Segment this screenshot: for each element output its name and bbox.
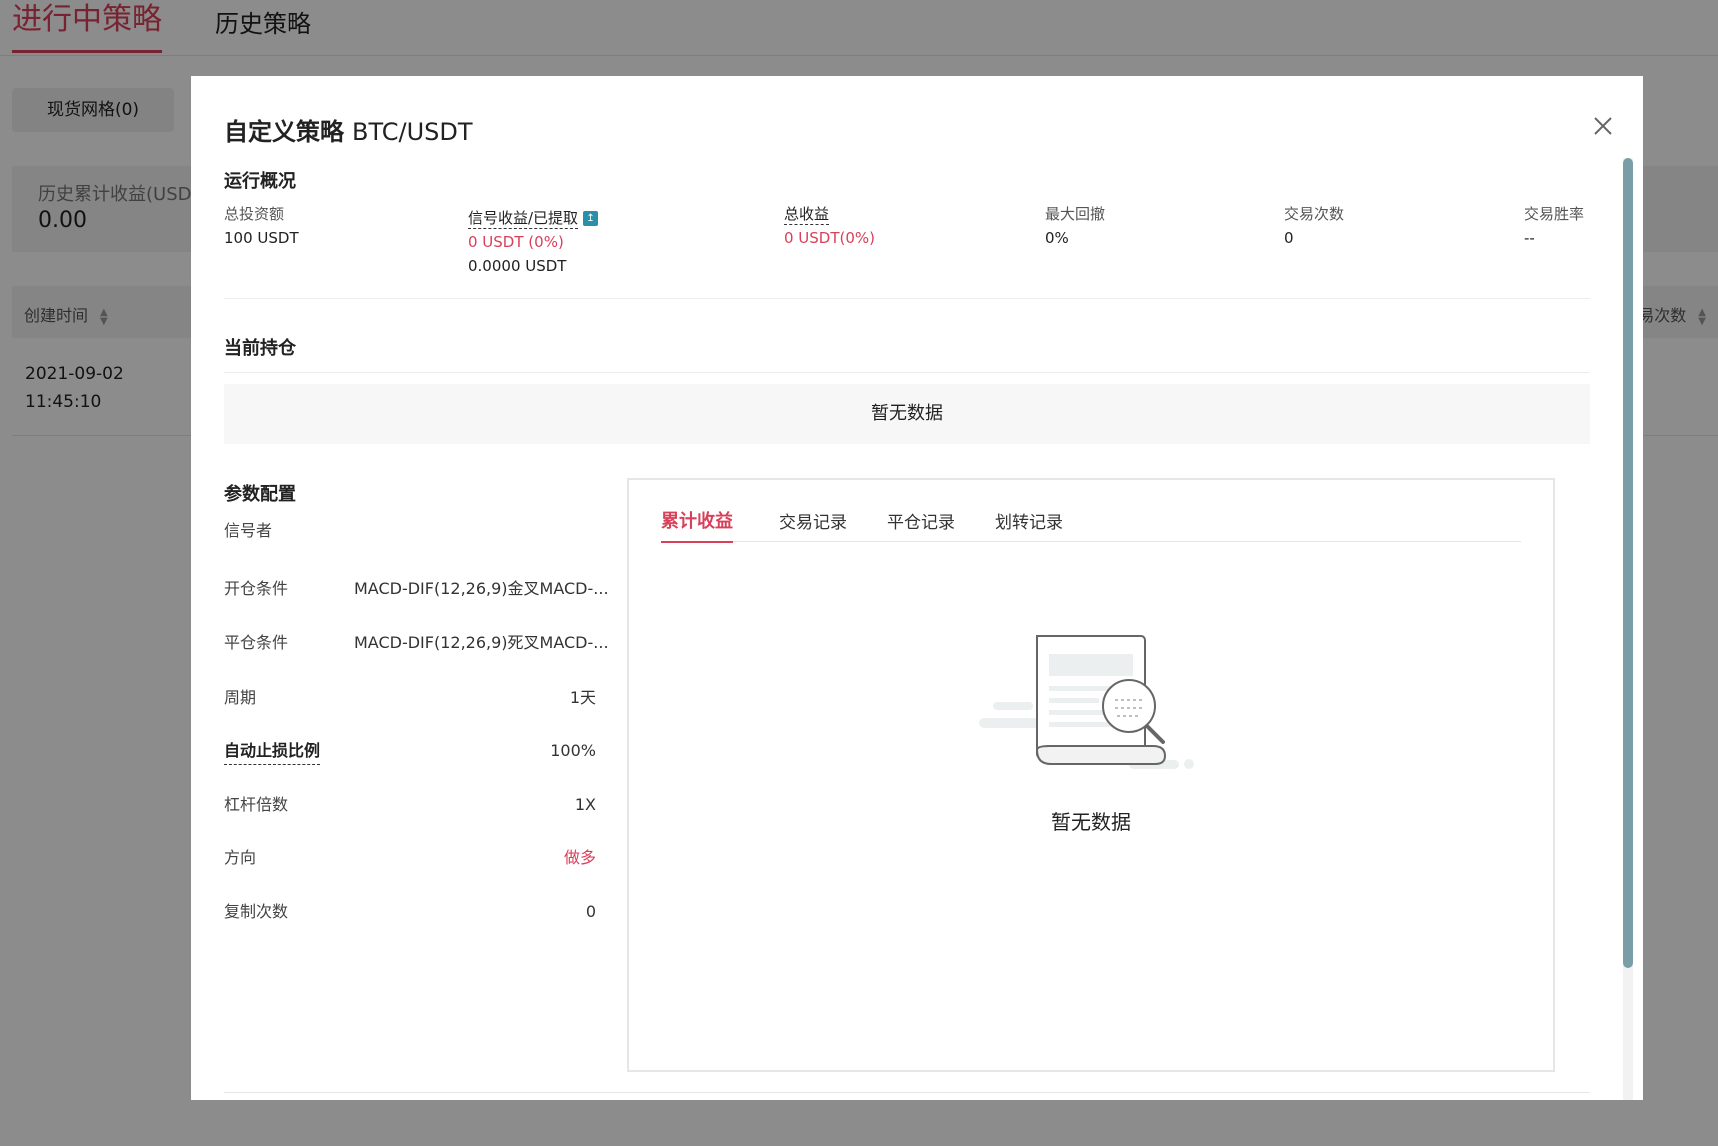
trade-count-value: 0 xyxy=(1284,229,1294,247)
param-label: 方向 xyxy=(224,848,257,867)
total-investment-value: 100 USDT xyxy=(224,229,299,247)
param-value[interactable]: MACD-DIF(12,26,9)金叉MACD-... xyxy=(354,577,609,601)
param-open-condition: 开仓条件 MACD-DIF(12,26,9)金叉MACD-... xyxy=(224,577,609,601)
param-label: 开仓条件 xyxy=(224,579,289,598)
param-period: 周期 1天 xyxy=(224,686,596,710)
win-rate-label: 交易胜率 xyxy=(1524,205,1585,223)
tab-transfer-records[interactable]: 划转记录 xyxy=(995,508,1063,533)
overview-signal-profit: 信号收益/已提取 ↥ 0 USDT (0%) 0.0000 USDT xyxy=(468,206,599,278)
overview-max-drawdown: 最大回撤 0% xyxy=(1045,202,1105,250)
param-label[interactable]: 自动止损比例 xyxy=(224,739,321,765)
trade-count-label: 交易次数 xyxy=(1284,205,1345,223)
total-investment-label: 总投资额 xyxy=(224,205,285,223)
param-signaler: 信号者 xyxy=(224,519,596,543)
param-copies: 复制次数 0 xyxy=(224,900,596,924)
win-rate-value: -- xyxy=(1524,229,1535,247)
param-direction: 方向 做多 xyxy=(224,846,596,870)
signal-profit-value: 0 USDT (0%) xyxy=(468,233,564,251)
param-close-condition: 平仓条件 MACD-DIF(12,26,9)死叉MACD-... xyxy=(224,631,609,655)
param-value: 做多 xyxy=(563,848,596,867)
positions-empty: 暂无数据 xyxy=(224,384,1590,444)
tab-trade-records[interactable]: 交易记录 xyxy=(779,508,847,533)
param-value: 100% xyxy=(550,741,596,760)
modal-title: 自定义策略 BTC/USDT xyxy=(224,112,473,147)
divider xyxy=(224,298,1590,299)
signal-withdrawn-value: 0.0000 USDT xyxy=(468,257,567,275)
total-profit-label[interactable]: 总收益 xyxy=(784,205,830,225)
records-tabs: 累计收益 交易记录 平仓记录 划转记录 xyxy=(661,480,1521,543)
param-label: 平仓条件 xyxy=(224,633,289,652)
scrollbar-thumb[interactable] xyxy=(1623,158,1633,968)
divider xyxy=(224,372,1590,373)
withdraw-icon[interactable]: ↥ xyxy=(583,211,599,226)
panel-empty-text: 暂无数据 xyxy=(1051,810,1131,834)
empty-document-icon xyxy=(979,630,1209,790)
positions-title: 当前持仓 xyxy=(224,338,296,359)
overview-title: 运行概况 xyxy=(224,171,296,192)
param-value: 1天 xyxy=(569,688,596,707)
records-panel: 累计收益 交易记录 平仓记录 划转记录 暂无数据 xyxy=(627,478,1555,1072)
param-label: 杠杆倍数 xyxy=(224,795,289,814)
modal-pair: BTC/USDT xyxy=(352,118,473,146)
modal-title-text: 自定义策略 xyxy=(224,118,344,146)
overview-win-rate: 交易胜率 -- xyxy=(1524,202,1584,250)
max-drawdown-label: 最大回撤 xyxy=(1045,205,1106,223)
divider xyxy=(224,1092,1590,1093)
signal-profit-label[interactable]: 信号收益/已提取 xyxy=(468,209,579,229)
param-label: 复制次数 xyxy=(224,902,289,921)
tab-cumulative-profit[interactable]: 累计收益 xyxy=(661,507,733,543)
modal-scrollbar[interactable] xyxy=(1623,158,1633,1100)
overview-total-investment: 总投资额 100 USDT xyxy=(224,202,299,250)
total-profit-value: 0 USDT(0%) xyxy=(784,229,876,247)
param-value: 0 xyxy=(585,902,596,921)
max-drawdown-value: 0% xyxy=(1045,229,1069,247)
tab-close-records[interactable]: 平仓记录 xyxy=(887,508,955,533)
param-leverage: 杠杆倍数 1X xyxy=(224,793,596,817)
param-value: 1X xyxy=(574,795,596,814)
overview-trade-count: 交易次数 0 xyxy=(1284,202,1344,250)
param-label: 信号者 xyxy=(224,521,273,540)
param-stop-loss: 自动止损比例 100% xyxy=(224,739,596,765)
params-title: 参数配置 xyxy=(224,484,296,505)
param-label: 周期 xyxy=(224,688,257,707)
param-value[interactable]: MACD-DIF(12,26,9)死叉MACD-... xyxy=(354,631,609,655)
close-icon[interactable] xyxy=(1591,114,1615,138)
strategy-detail-modal: 自定义策略 BTC/USDT 运行概况 总投资额 100 USDT 信号收益/已提… xyxy=(191,76,1643,1100)
overview-total-profit: 总收益 0 USDT(0%) xyxy=(784,202,875,250)
